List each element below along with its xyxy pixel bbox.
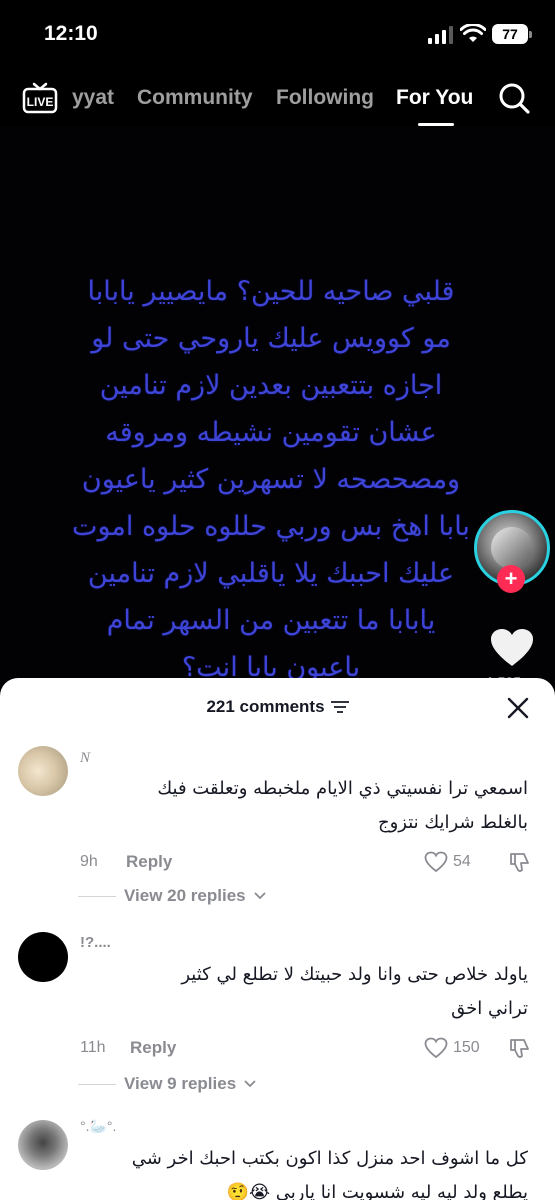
comment-line: كل ما اشوف احد منزل كذا اكون بكتب احبك ا… (131, 1148, 528, 1169)
comment-item: °.🦢°. كل ما اشوف احد منزل كذا اكون بكتب … (0, 1116, 555, 1200)
status-bar: 12:10 77 (0, 0, 555, 70)
like-heart-icon[interactable] (490, 628, 534, 668)
comment-text: كل ما اشوف احد منزل كذا اكون بكتب احبك ا… (78, 1142, 528, 1200)
comment-like-count: 150 (453, 1039, 480, 1056)
comment-line: يطلع ولد ليه ليه شسويت انا ياربي 😭🤨 (226, 1182, 528, 1200)
reply-button[interactable]: Reply (126, 852, 172, 872)
tab-partial[interactable]: yyat (72, 86, 114, 110)
close-icon[interactable] (506, 696, 530, 720)
sort-filter-icon[interactable] (330, 700, 349, 714)
caption-line: ومصحصحه لا تسهرين كثير ياعيون (81, 464, 461, 495)
follow-plus-button[interactable]: + (497, 565, 525, 593)
caption-line: عليك احببك يلا ياقلبي لازم تنامين (87, 558, 455, 589)
view-replies-label: View 20 replies (124, 886, 246, 905)
comment-text: اسمعي ترا نفسيتي ذي الايام ملخبطه وتعلقت… (78, 772, 528, 840)
avatar-image (491, 527, 533, 569)
comments-sheet: 221 comments N اسمعي ترا نفسيتي ذي الايا… (0, 678, 555, 1200)
replies-divider (78, 1083, 116, 1085)
comment-item: !?.... ياولد خلاص حتى وانا ولد حبيتك لا … (0, 928, 555, 1118)
replies-divider (78, 895, 116, 897)
dislike-icon[interactable] (508, 1036, 532, 1060)
comment-like-icon[interactable] (424, 1037, 448, 1059)
comment-text: ياولد خلاص حتى وانا ولد حبيتك لا تطلع لي… (78, 958, 528, 1026)
view-replies-button[interactable]: View 20 replies (78, 886, 266, 906)
comments-count-title: 221 comments (206, 697, 325, 716)
commenter-username[interactable]: !?.... (80, 934, 111, 951)
comment-line: ياولد خلاص حتى وانا ولد حبيتك لا تطلع لي… (181, 964, 528, 985)
top-navigation: LIVE yyat Community Following For You (0, 76, 555, 126)
comments-header: 221 comments (0, 697, 555, 717)
comment-line: بالغلط شرايك نتزوج (377, 812, 528, 833)
comment-line: اسمعي ترا نفسيتي ذي الايام ملخبطه وتعلقت… (157, 778, 528, 799)
live-tv-icon[interactable]: LIVE (22, 82, 58, 114)
comment-time: 11h (80, 1039, 106, 1056)
caption-line: اجازه بتتعبين بعدين لازم تنامين (99, 370, 443, 401)
view-replies-label: View 9 replies (124, 1074, 237, 1093)
tab-following[interactable]: Following (276, 86, 374, 110)
status-time: 12:10 (44, 22, 98, 45)
comment-like-icon[interactable] (424, 851, 448, 873)
comment-line: تراني اخق (451, 998, 528, 1019)
caption-line: مو كوويس عليك ياروحي حتى لو (91, 323, 451, 354)
video-caption-overlay: قلبي صاحيه للحين؟ مايصيير يابابا مو كووي… (36, 268, 506, 691)
tab-for-you[interactable]: For You (396, 86, 473, 110)
chevron-down-icon (253, 892, 266, 900)
commenter-username[interactable]: °.🦢°. (80, 1118, 116, 1135)
dislike-icon[interactable] (508, 850, 532, 874)
comment-item: N اسمعي ترا نفسيتي ذي الايام ملخبطه وتعل… (0, 742, 555, 932)
commenter-avatar[interactable] (18, 1120, 68, 1170)
cellular-signal-icon (428, 26, 453, 44)
chevron-down-icon (244, 1080, 256, 1088)
caption-line: يابابا ما تتعبين من السهر تمام (106, 605, 436, 636)
caption-line: عشان تقومين نشيطه ومروقه (105, 417, 437, 448)
caption-line: قلبي صاحيه للحين؟ مايصيير يابابا (87, 276, 455, 307)
search-icon[interactable] (498, 82, 530, 114)
commenter-avatar[interactable] (18, 746, 68, 796)
commenter-avatar[interactable] (18, 932, 68, 982)
wifi-icon (460, 24, 486, 42)
svg-text:LIVE: LIVE (27, 95, 54, 109)
caption-line: بابا اهخ بس وربي حللوه حلوه اموت (72, 511, 470, 542)
view-replies-button[interactable]: View 9 replies (78, 1074, 256, 1094)
comment-like-count: 54 (453, 853, 471, 870)
battery-indicator: 77 (492, 24, 532, 44)
tab-community[interactable]: Community (137, 86, 253, 110)
comment-time: 9h (80, 853, 98, 870)
reply-button[interactable]: Reply (130, 1038, 176, 1058)
commenter-username[interactable]: N (80, 750, 90, 767)
